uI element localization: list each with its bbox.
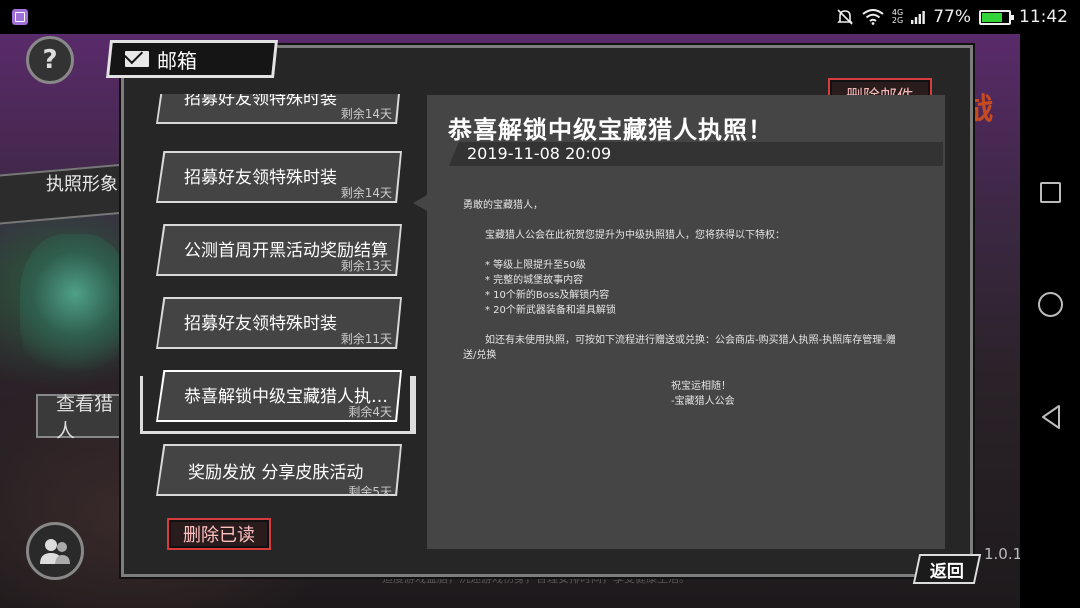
mail-date: 2019-11-08 20:09	[467, 144, 612, 163]
version-label: 1.0.1	[984, 545, 1023, 563]
mail-list-item[interactable]: 招募好友领特殊时装 剩余14天	[156, 94, 402, 124]
mail-item-days-left: 剩余11天	[340, 332, 392, 346]
mail-perk: * 等级上限提升至50级	[485, 260, 586, 271]
help-icon[interactable]: ?	[26, 36, 74, 84]
mail-list[interactable]: 招募好友领特殊时装 剩余14天 招募好友领特殊时装 剩余14天 公测首周开黑活动…	[140, 94, 422, 496]
view-hunter-button[interactable]: 查看猎人	[36, 393, 126, 442]
gallery-notification-icon	[12, 9, 28, 25]
mail-item-title: 招募好友领特殊时装	[184, 94, 337, 109]
mail-item-title: 招募好友领特殊时装	[184, 314, 337, 334]
battery-percent: 77%	[933, 7, 971, 27]
return-button[interactable]: 返回	[912, 554, 982, 584]
battery-fill	[982, 12, 1003, 22]
mail-list-item[interactable]: 招募好友领特殊时装 剩余11天	[156, 297, 402, 349]
mail-item-days-left: 剩余14天	[340, 186, 392, 200]
network-2g-label: 2G	[891, 16, 904, 25]
clock: 11:42	[1019, 7, 1068, 27]
signal-icon	[911, 11, 926, 24]
mailbox-header: 邮箱	[106, 40, 278, 78]
mail-intro: 宝藏猎人公会在此祝贺您提升为中级执照猎人，您将获得以下特权：	[485, 230, 785, 241]
mail-item-days-left: 剩余4天	[348, 405, 392, 419]
mail-greeting: 勇敢的宝藏猎人，	[463, 200, 543, 211]
delete-read-label: 删除已读	[183, 525, 255, 546]
mute-icon	[836, 9, 853, 25]
mail-list-item[interactable]: 公测首周开黑活动奖励结算 剩余13天	[156, 224, 402, 276]
mail-perk: * 10个新的Boss及解锁内容	[485, 290, 610, 301]
battery-icon	[979, 9, 1014, 25]
delete-read-button[interactable]: 删除已读	[167, 518, 271, 550]
envelope-icon	[125, 51, 149, 67]
wifi-icon	[862, 9, 884, 25]
recent-apps-icon[interactable]	[1040, 182, 1061, 203]
mail-perk: * 完整的城堡故事内容	[485, 275, 584, 286]
mail-item-title: 招募好友领特殊时装	[184, 168, 337, 188]
return-label: 返回	[930, 561, 964, 582]
mailbox-title: 邮箱	[157, 48, 197, 73]
mail-closing: 祝宝运相随！	[671, 381, 731, 392]
mail-list-item[interactable]: 奖励发放 分享皮肤活动 剩余5天	[156, 444, 402, 496]
mail-list-item-selected[interactable]: 恭喜解锁中级宝藏猎人执照！ 剩余4天	[156, 370, 402, 422]
mail-item-days-left: 剩余13天	[340, 259, 392, 273]
mail-subject: 恭喜解锁中级宝藏猎人执照！	[448, 116, 773, 144]
mail-date-bar: 2019-11-08 20:09	[449, 142, 943, 166]
view-hunter-label: 查看猎人	[56, 393, 114, 442]
help-glyph: ?	[42, 45, 58, 75]
home-icon[interactable]	[1038, 292, 1063, 317]
friends-icon[interactable]	[26, 522, 84, 580]
mail-perk: * 20个新武器装备和道具解锁	[485, 305, 616, 316]
mail-list-item[interactable]: 招募好友领特殊时装 剩余14天	[156, 151, 402, 203]
mail-signature: -宝藏猎人公会	[671, 396, 735, 407]
network-type: 4G 2G	[892, 9, 903, 25]
mail-content-panel: 恭喜解锁中级宝藏猎人执照！ 2019-11-08 20:09 勇敢的宝藏猎人， …	[413, 95, 945, 549]
status-bar: 4G 2G 77% 11:42	[0, 0, 1080, 34]
back-icon[interactable]	[1040, 404, 1062, 430]
mail-item-days-left: 剩余5天	[348, 485, 392, 496]
mail-item-days-left: 剩余14天	[340, 107, 392, 121]
android-nav-bar	[1020, 34, 1080, 608]
license-banner-label: 执照形象	[46, 174, 118, 195]
people-icon	[40, 539, 70, 564]
mail-note-line2: 送/兑换	[463, 350, 497, 361]
mail-item-title: 奖励发放 分享皮肤活动	[188, 463, 364, 483]
character-portrait	[20, 234, 130, 384]
mail-note-line1: 如还有未使用执照，可按如下流程进行赠送或兑换：公会商店-购买猎人执照-执照库存管…	[485, 335, 896, 346]
